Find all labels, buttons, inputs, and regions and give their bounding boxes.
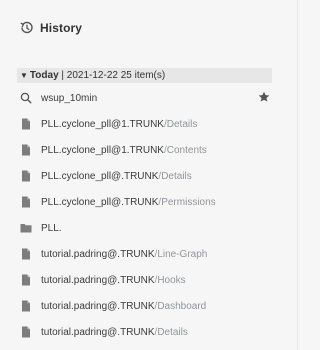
history-list: wsup_10min PLL.cyclone_pll@1.TRUNK / Det… — [17, 85, 272, 345]
item-name: tutorial.padring@.TRUNK — [41, 326, 155, 338]
list-item-search[interactable]: wsup_10min — [17, 85, 272, 111]
item-name: PLL.cyclone_pll@.TRUNK — [41, 196, 159, 208]
list-item[interactable]: PLL.cyclone_pll@1.TRUNK / Contents — [17, 137, 272, 163]
file-icon — [20, 326, 32, 338]
search-query: wsup_10min — [41, 92, 98, 104]
item-name: PLL. — [41, 222, 62, 234]
file-icon — [20, 274, 32, 286]
item-view: Contents — [166, 144, 207, 156]
item-name: PLL.cyclone_pll@1.TRUNK — [41, 144, 164, 156]
item-name: PLL.cyclone_pll@1.TRUNK — [41, 118, 164, 130]
group-label: Today — [29, 70, 59, 81]
group-date: 2021-12-22 — [66, 70, 118, 81]
list-item[interactable]: tutorial.padring@.TRUNK / Details — [17, 319, 272, 345]
item-view: Permissions — [161, 196, 216, 208]
folder-icon — [20, 222, 32, 234]
file-icon — [20, 118, 32, 130]
list-item[interactable]: PLL.cyclone_pll@.TRUNK / Details — [17, 163, 272, 189]
item-view: Line-Graph — [157, 248, 208, 260]
item-view: Details — [161, 170, 192, 182]
group-header-today[interactable]: ▼ Today | 2021-12-22 25 item(s) — [17, 68, 272, 83]
list-item[interactable]: PLL.cyclone_pll@1.TRUNK / Details — [17, 111, 272, 137]
file-icon — [20, 248, 32, 260]
item-view: Dashboard — [157, 300, 207, 312]
item-view: Details — [166, 118, 198, 130]
group-count: 25 item(s) — [120, 70, 166, 81]
file-icon — [20, 144, 32, 156]
history-panel: History ▼ Today | 2021-12-22 25 item(s) w… — [0, 0, 298, 350]
list-item[interactable]: PLL. — [17, 215, 272, 241]
list-item[interactable]: PLL.cyclone_pll@.TRUNK / Permissions — [17, 189, 272, 215]
item-name: tutorial.padring@.TRUNK — [41, 300, 155, 312]
star-icon[interactable] — [258, 91, 270, 103]
file-icon — [20, 300, 32, 312]
history-header: History — [20, 21, 82, 35]
item-name: PLL.cyclone_pll@.TRUNK — [41, 170, 159, 182]
list-item[interactable]: tutorial.padring@.TRUNK / Line-Graph — [17, 241, 272, 267]
search-icon — [20, 92, 32, 104]
item-name: tutorial.padring@.TRUNK — [41, 274, 155, 286]
collapse-triangle-icon[interactable]: ▼ — [20, 71, 28, 80]
item-name: tutorial.padring@.TRUNK — [41, 248, 155, 260]
file-icon — [20, 170, 32, 182]
list-item[interactable]: tutorial.padring@.TRUNK / Dashboard — [17, 293, 272, 319]
file-icon — [20, 196, 32, 208]
item-view: Details — [157, 326, 188, 338]
item-view: Hooks — [157, 274, 186, 286]
history-icon — [20, 21, 34, 35]
history-title: History — [40, 21, 83, 35]
list-item[interactable]: tutorial.padring@.TRUNK / Hooks — [17, 267, 272, 293]
